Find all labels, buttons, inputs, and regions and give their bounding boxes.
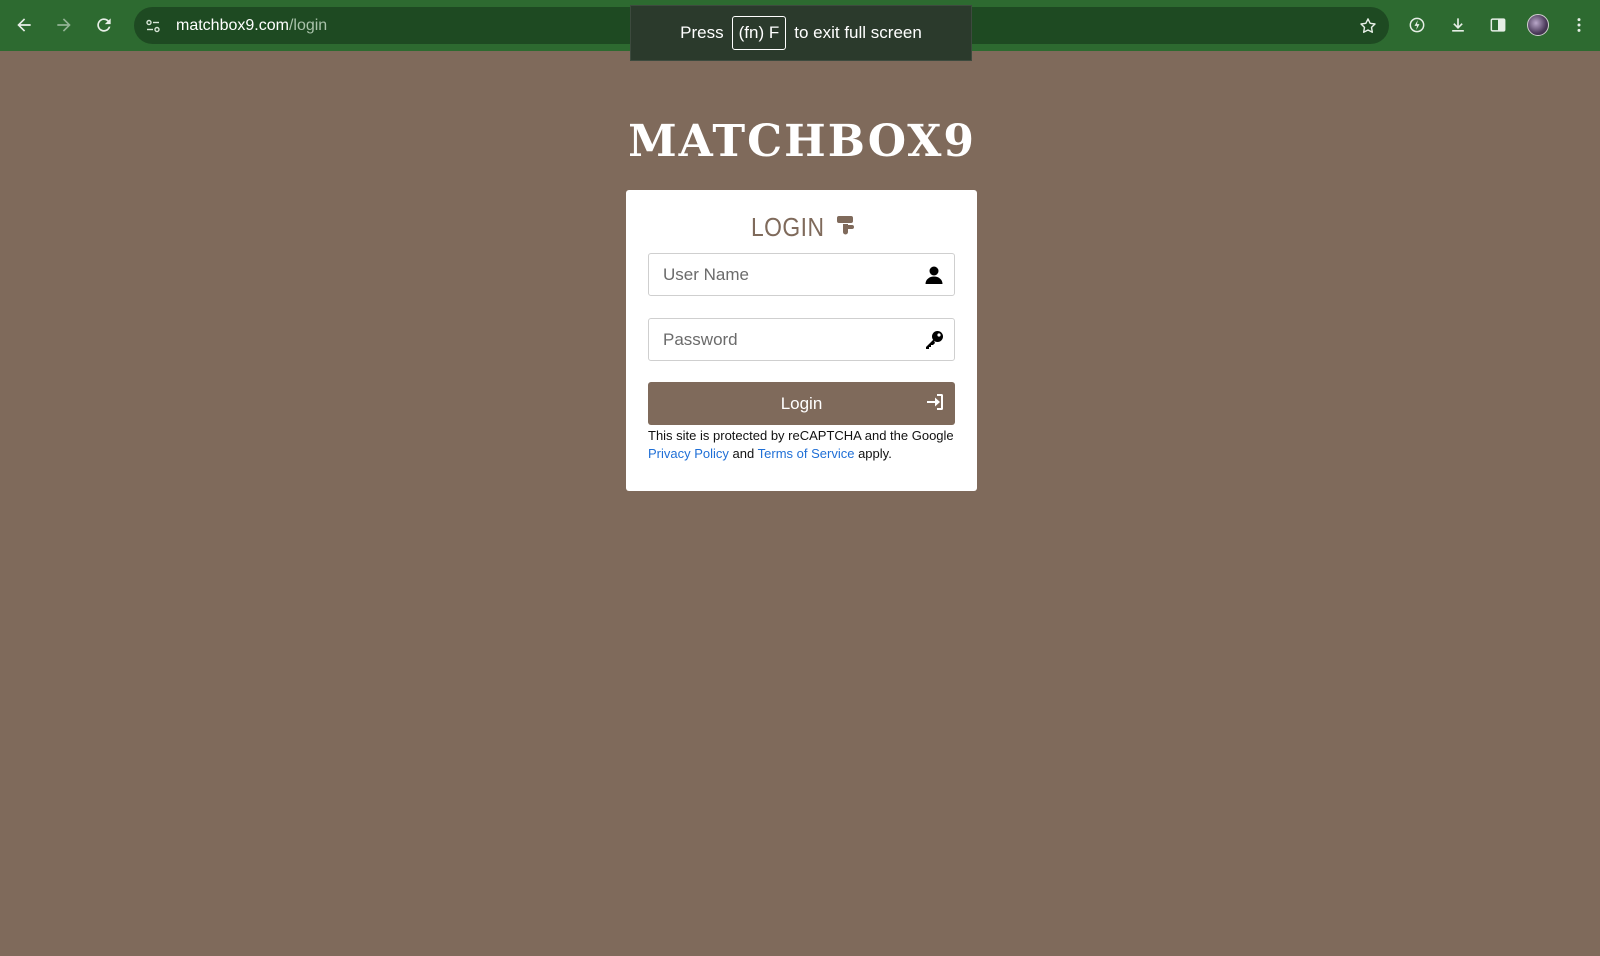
side-panel-button[interactable] [1481,8,1515,42]
recaptcha-notice: This site is protected by reCAPTCHA and … [648,427,958,463]
recaptcha-text: This site is protected by reCAPTCHA and … [648,428,954,443]
privacy-policy-link[interactable]: Privacy Policy [648,446,729,461]
downloads-button[interactable] [1441,8,1475,42]
side-panel-icon [1490,18,1506,32]
recaptcha-apply: apply. [858,446,892,461]
energy-saver-icon [1409,17,1425,33]
arrow-left-icon [17,18,31,32]
login-button[interactable]: Login [648,382,955,425]
toast-key: (fn) F [731,16,787,50]
toast-suffix: to exit full screen [794,23,922,42]
username-field[interactable] [648,253,955,296]
fullscreen-toast: Press (fn) F to exit full screen [630,5,972,61]
recaptcha-and: and [732,446,755,461]
browser-menu-button[interactable] [1562,8,1596,42]
terms-of-service-link[interactable]: Terms of Service [758,446,855,461]
login-title-text: LOGIN [750,212,825,242]
bookmark-button[interactable] [1355,13,1381,39]
toast-prefix: Press [680,23,724,42]
username-input[interactable] [649,254,899,295]
login-button-label: Login [780,393,823,413]
login-title: LOGIN [626,212,977,243]
url-text: matchbox9.com/login [176,17,327,35]
sign-in-icon [925,392,945,412]
site-info-button[interactable] [136,9,170,43]
profile-button[interactable] [1521,8,1555,42]
user-icon [924,265,944,285]
reload-icon [97,18,111,32]
logo-text: MATCHBOX9 [630,116,975,167]
arrow-right-icon [57,18,71,32]
password-field[interactable] [648,318,955,361]
hand-point-down-icon [835,214,857,242]
more-vert-icon [1577,18,1581,32]
forward-button[interactable] [44,5,84,45]
url-path: /login [288,16,328,34]
login-card: LOGIN Login This site is protected by re… [626,190,977,491]
site-logo: MATCHBOX9 [628,110,975,170]
url-domain: matchbox9.com [176,16,289,34]
back-button[interactable] [4,5,44,45]
password-input[interactable] [649,319,899,360]
avatar [1527,14,1549,36]
key-icon [924,330,944,350]
logo-graphic: MATCHBOX9 [628,116,975,167]
reload-button[interactable] [84,5,124,45]
tune-icon [146,19,160,32]
download-icon [1452,18,1464,32]
performance-button[interactable] [1400,8,1434,42]
star-icon [1360,18,1376,33]
